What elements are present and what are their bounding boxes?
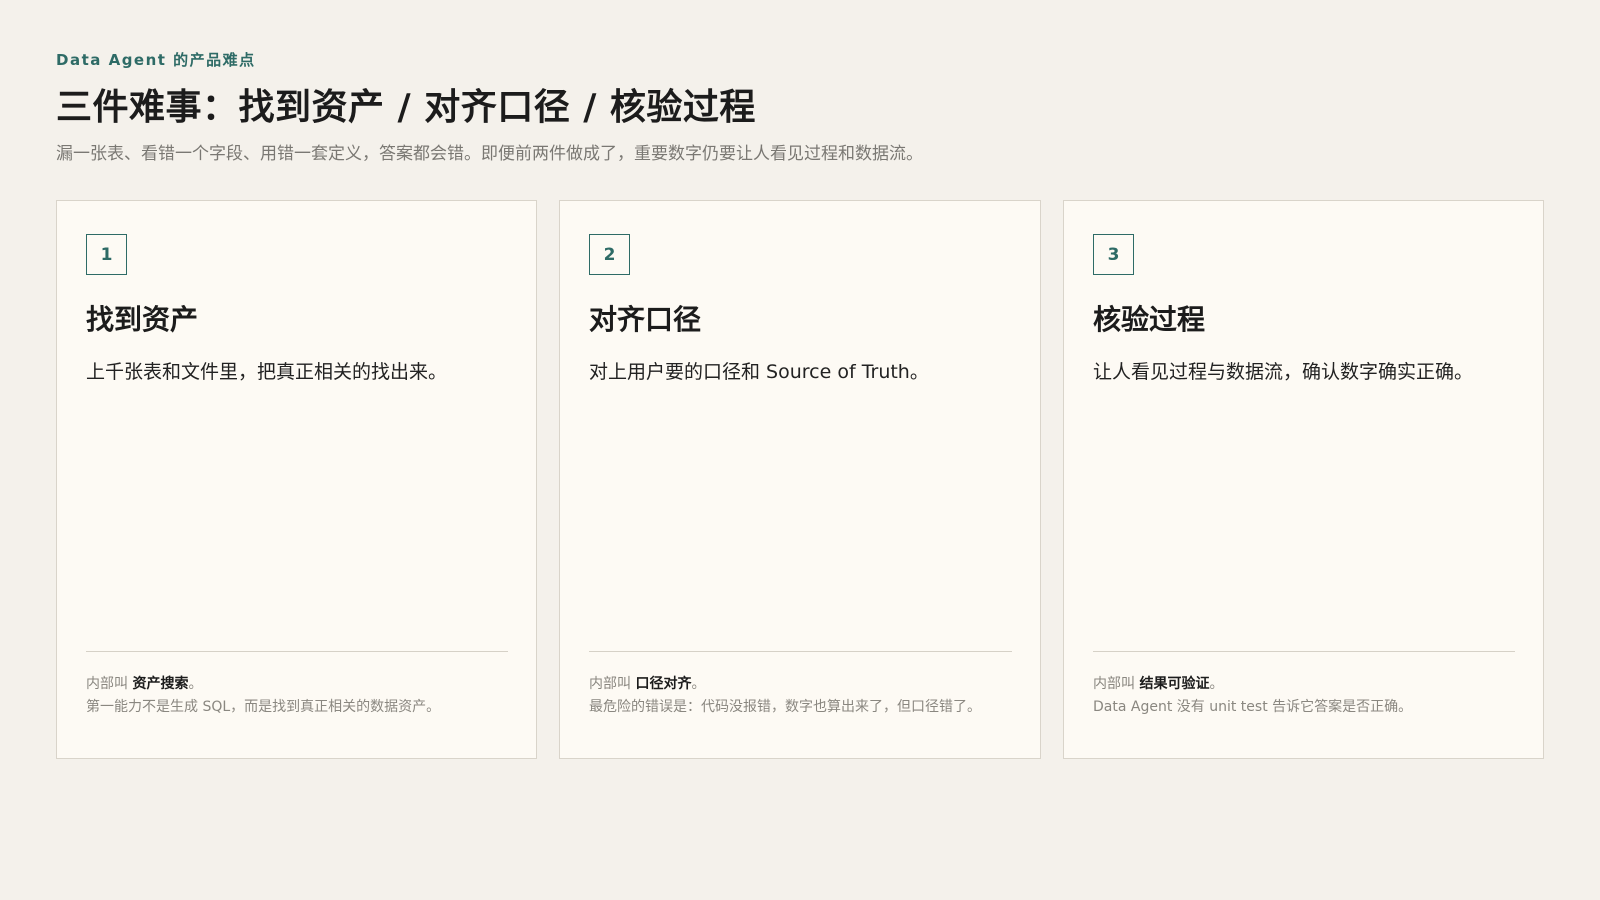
card-heading: 对齐口径 (589, 303, 702, 336)
card-divider (86, 651, 508, 652)
note-suffix: 。 (188, 676, 203, 692)
card-description: 对上用户要的口径和 Source of Truth。 (589, 361, 929, 383)
card-divider (1093, 651, 1515, 652)
card-description: 上千张表和文件里，把真正相关的找出来。 (86, 361, 448, 383)
card-note: 内部叫 资产搜索。 (86, 673, 202, 693)
note-suffix: 。 (691, 676, 706, 692)
page-title: 三件难事：找到资产 / 对齐口径 / 核验过程 (56, 87, 756, 128)
card-number-badge: 2 (589, 234, 630, 275)
card-number-badge: 1 (86, 234, 127, 275)
card-note-detail: 第一能力不是生成 SQL，而是找到真正相关的数据资产。 (86, 699, 441, 715)
card-find-assets: 1 找到资产 上千张表和文件里，把真正相关的找出来。 内部叫 资产搜索。 第一能… (56, 200, 537, 759)
note-suffix: 。 (1209, 676, 1224, 692)
card-note: 内部叫 口径对齐。 (589, 673, 705, 693)
card-note: 内部叫 结果可验证。 (1093, 673, 1223, 693)
eyebrow-label: Data Agent 的产品难点 (56, 51, 256, 69)
card-note-detail: Data Agent 没有 unit test 告诉它答案是否正确。 (1093, 699, 1413, 715)
card-divider (589, 651, 1012, 652)
page-subtitle: 漏一张表、看错一个字段、用错一套定义，答案都会错。即便前两件做成了，重要数字仍要… (56, 144, 923, 164)
note-prefix: 内部叫 (86, 676, 128, 692)
note-term: 资产搜索 (132, 676, 189, 692)
card-verify-process: 3 核验过程 让人看见过程与数据流，确认数字确实正确。 内部叫 结果可验证。 D… (1063, 200, 1544, 759)
note-prefix: 内部叫 (1093, 676, 1135, 692)
note-prefix: 内部叫 (589, 676, 631, 692)
card-number-badge: 3 (1093, 234, 1134, 275)
card-heading: 找到资产 (86, 303, 199, 336)
note-term: 口径对齐 (635, 676, 692, 692)
cards-row: 1 找到资产 上千张表和文件里，把真正相关的找出来。 内部叫 资产搜索。 第一能… (56, 200, 1544, 759)
card-note-detail: 最危险的错误是：代码没报错，数字也算出来了，但口径错了。 (589, 699, 981, 715)
note-term: 结果可验证 (1139, 676, 1210, 692)
slide: Data Agent 的产品难点 三件难事：找到资产 / 对齐口径 / 核验过程… (0, 0, 1600, 900)
card-description: 让人看见过程与数据流，确认数字确实正确。 (1093, 361, 1474, 383)
card-heading: 核验过程 (1093, 303, 1206, 336)
card-align-definitions: 2 对齐口径 对上用户要的口径和 Source of Truth。 内部叫 口径… (559, 200, 1041, 759)
